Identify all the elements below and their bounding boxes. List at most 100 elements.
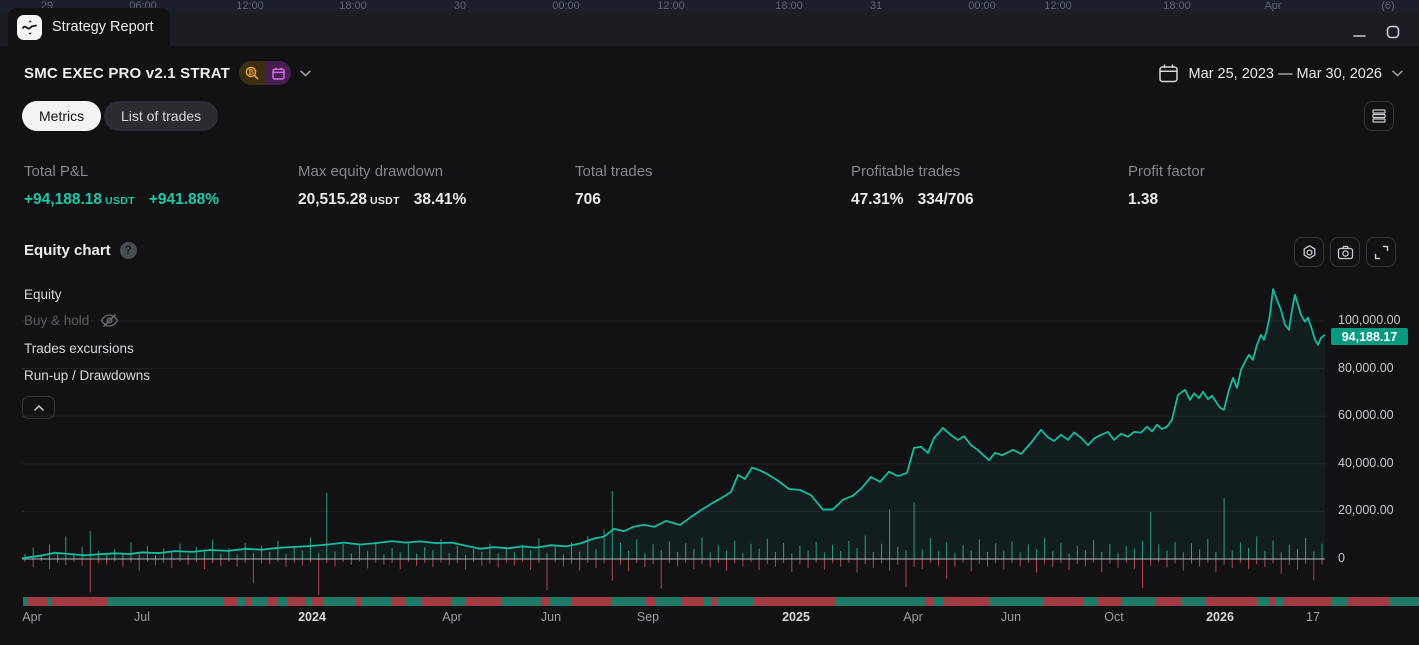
price-axis-label: 80,000.00	[1338, 361, 1394, 375]
time-axis-label: 2025	[782, 610, 810, 624]
price-axis-label: 100,000.00	[1338, 313, 1401, 327]
strategy-badges[interactable]: ₿	[239, 61, 291, 85]
background-time-label: 00:00	[968, 0, 996, 12]
strategy-report-window: { "colors": { "accent_green": "#1ec9a7",…	[0, 0, 1419, 645]
strip-win-segment	[990, 597, 1044, 606]
tab-metrics[interactable]: Metrics	[22, 101, 101, 131]
chevron-up-icon	[34, 405, 44, 411]
background-time-label: Apr	[1264, 0, 1281, 12]
chart-settings-button[interactable]	[1294, 237, 1324, 267]
collapse-legend-button[interactable]	[22, 396, 55, 419]
time-axis-label: Jun	[1001, 610, 1021, 624]
rows-icon	[1371, 108, 1387, 124]
minimize-button[interactable]	[1346, 22, 1372, 42]
strip-loss-segment	[1098, 597, 1122, 606]
metric-value: +94,188.18	[24, 191, 102, 209]
background-time-label: 18:00	[339, 0, 367, 12]
chart-fullscreen-button[interactable]	[1366, 237, 1396, 267]
equity-area-fill	[22, 289, 1325, 559]
time-axis-label: 2024	[298, 610, 326, 624]
equity-chart-title: Equity chart	[24, 242, 111, 259]
minimize-icon	[1353, 26, 1366, 39]
legend-trades-excursions-label: Trades excursions	[24, 341, 134, 356]
strip-loss-segment	[223, 597, 238, 606]
price-axis-label: 20,000.00	[1338, 503, 1394, 517]
strip-loss-segment	[1347, 597, 1390, 606]
time-axis-label: Sep	[637, 610, 659, 624]
price-axis-label: 40,000.00	[1338, 456, 1394, 470]
svg-text:₿: ₿	[248, 68, 254, 77]
strip-win-segment	[1084, 597, 1098, 606]
legend-equity[interactable]: Equity	[24, 287, 62, 302]
gear-nut-icon	[1301, 244, 1318, 261]
metric-total-trades: Total trades 706	[575, 163, 835, 209]
background-time-label: 18:00	[775, 0, 803, 12]
strip-win-segment	[278, 597, 287, 606]
strategy-title: SMC EXEC PRO v2.1 STRAT	[24, 65, 230, 82]
strip-win-segment	[324, 597, 355, 606]
equity-chart-canvas[interactable]	[0, 280, 1330, 596]
restore-icon	[1386, 25, 1400, 39]
strip-win-segment	[361, 597, 391, 606]
legend-runup-drawdowns-label: Run-up / Drawdowns	[24, 368, 150, 383]
strip-win-segment	[836, 597, 925, 606]
strip-loss-segment	[925, 597, 934, 606]
strip-win-segment	[934, 597, 943, 606]
strip-win-segment	[1122, 597, 1155, 606]
legend-buy-and-hold[interactable]: Buy & hold	[24, 313, 119, 328]
strip-win-segment	[703, 597, 711, 606]
date-range-text: Mar 25, 2023 — Mar 30, 2026	[1189, 66, 1382, 82]
metric-value: 20,515.28	[298, 191, 367, 209]
legend-runup-drawdowns[interactable]: Run-up / Drawdowns	[24, 368, 150, 383]
tab-list-of-trades[interactable]: List of trades	[104, 101, 218, 131]
legend-trades-excursions[interactable]: Trades excursions	[24, 341, 134, 356]
background-time-label: 00:00	[552, 0, 580, 12]
time-axis-label: Oct	[1104, 610, 1123, 624]
date-range-chevron-icon	[1392, 70, 1403, 77]
strip-win-segment	[405, 597, 421, 606]
date-range-calendar-icon	[265, 61, 291, 85]
time-axis-label: 17	[1306, 610, 1320, 624]
strip-loss-segment	[1155, 597, 1181, 606]
strip-win-segment	[1332, 597, 1347, 606]
strip-win-segment	[501, 597, 541, 606]
background-time-label: 12:00	[657, 0, 685, 12]
legend-buy-hold-label: Buy & hold	[24, 313, 89, 328]
report-layout-button[interactable]	[1364, 101, 1394, 131]
metric-unit: USDT	[105, 195, 135, 207]
metric-profitable-trades: Profitable trades 47.31%334/706	[851, 163, 1111, 209]
strip-loss-segment	[1205, 597, 1257, 606]
strip-win-segment	[451, 597, 466, 606]
restore-button[interactable]	[1380, 22, 1406, 42]
metric-percent: 38.41%	[414, 191, 467, 209]
strategy-wave-icon	[17, 15, 42, 40]
strip-loss-segment	[1269, 597, 1276, 606]
background-time-label: 12:00	[1044, 0, 1072, 12]
strip-loss-segment	[51, 597, 107, 606]
strip-loss-segment	[754, 597, 836, 606]
strip-win-segment	[1181, 597, 1205, 606]
date-range-selector[interactable]: Mar 25, 2023 — Mar 30, 2026	[1158, 63, 1403, 84]
strip-loss-segment	[943, 597, 990, 606]
legend-equity-label: Equity	[24, 287, 62, 302]
tab-label: Strategy Report	[52, 19, 154, 35]
time-axis-label: Jul	[134, 610, 150, 624]
metric-profit-factor: Profit factor 1.38	[1128, 163, 1388, 209]
metric-label: Profit factor	[1128, 163, 1388, 180]
time-axis-label: Apr	[442, 610, 461, 624]
strategy-dropdown-chevron-icon[interactable]	[300, 64, 311, 82]
chart-snapshot-button[interactable]	[1330, 237, 1360, 267]
help-icon[interactable]: ?	[120, 242, 137, 259]
metric-value: 1.38	[1128, 191, 1158, 209]
strip-loss-segment	[391, 597, 405, 606]
strip-loss-segment	[646, 597, 656, 606]
metric-percent: 47.31%	[851, 191, 904, 209]
tab-strategy-report[interactable]: Strategy Report	[8, 8, 170, 46]
strip-loss-segment	[681, 597, 703, 606]
metric-label: Max equity drawdown	[298, 163, 558, 180]
time-axis-label: 2026	[1206, 610, 1234, 624]
metric-label: Total trades	[575, 163, 835, 180]
eye-off-icon[interactable]	[100, 313, 119, 328]
metric-percent: +941.88%	[149, 191, 219, 209]
background-time-label: 30	[454, 0, 466, 12]
